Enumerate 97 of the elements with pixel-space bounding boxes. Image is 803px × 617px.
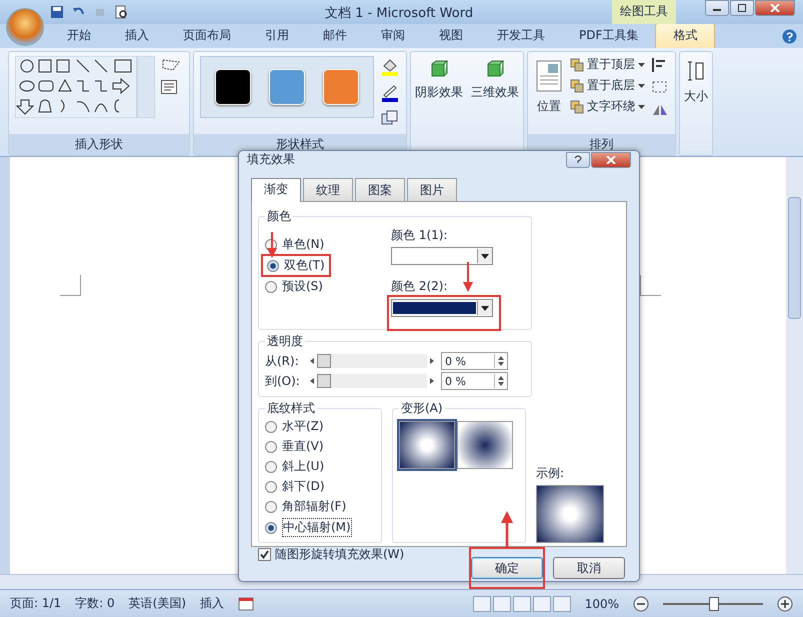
size-icon (686, 60, 706, 82)
ribbon-tab[interactable]: 插入 (108, 24, 166, 48)
cube-icon (486, 60, 504, 78)
zoom-level: 100% (584, 596, 619, 610)
cube-icon (430, 60, 448, 78)
layers-icon (570, 78, 584, 92)
shapes-gallery-drawing[interactable] (15, 56, 155, 118)
color-option[interactable]: 双色(T) (267, 256, 325, 275)
section-label: 变形(A) (400, 400, 444, 417)
dialog-tab[interactable]: 纹理 (303, 178, 353, 201)
sample-label: 示例: (536, 465, 566, 482)
effect-button[interactable]: 阴影效果 (413, 56, 465, 151)
group-label: 插入形状 (9, 134, 189, 155)
ribbon-tab[interactable]: 开发工具 (480, 24, 562, 48)
pen-outline-icon[interactable] (380, 84, 400, 102)
close-button[interactable] (591, 152, 631, 168)
ribbon-tab[interactable]: 开始 (50, 24, 108, 48)
arrange-button[interactable]: 置于顶层 (570, 56, 645, 73)
spinner-arrows-icon (494, 354, 507, 368)
maximize-icon (737, 4, 747, 12)
shading-option[interactable]: 角部辐射(F) (265, 497, 375, 516)
shading-option[interactable]: 斜下(D) (265, 477, 375, 496)
effect-button[interactable]: 三维效果 (469, 56, 521, 151)
status-item: 字数: 0 (75, 595, 115, 612)
color-option[interactable]: 预设(S) (265, 277, 323, 296)
macro-icon[interactable] (238, 596, 254, 610)
shape-effects-icon[interactable] (380, 110, 400, 126)
percent-field[interactable]: 0 % (441, 372, 508, 390)
style-swatch[interactable] (215, 69, 251, 105)
percent-field[interactable]: 0 % (441, 352, 508, 370)
zoom-slider[interactable] (709, 596, 719, 610)
shading-option[interactable]: 斜上(U) (265, 457, 375, 476)
save-icon[interactable] (50, 5, 64, 19)
close-icon (606, 156, 616, 164)
help-icon[interactable] (782, 29, 797, 44)
fill-bucket-icon[interactable] (380, 58, 400, 76)
window-title: 文档 1 - Microsoft Word (325, 5, 474, 22)
section-label: 颜色 (266, 208, 292, 225)
section-label: 透明度 (266, 333, 304, 350)
arrange-button[interactable]: 文字环绕 (570, 98, 645, 115)
close-button[interactable] (755, 0, 795, 16)
position-button[interactable]: 位置 (534, 56, 564, 119)
maximize-button[interactable] (730, 0, 754, 16)
ribbon-tab[interactable]: 引用 (248, 24, 306, 48)
gradient-variant[interactable] (457, 421, 513, 469)
style-swatch[interactable] (323, 69, 359, 105)
vertical-scrollbar[interactable] (786, 157, 803, 574)
layers-icon (570, 58, 584, 72)
edit-shape-icon[interactable] (161, 58, 183, 72)
page-position-icon (536, 60, 562, 92)
caret-icon (638, 104, 645, 108)
close-icon (770, 4, 780, 12)
print-preview-icon[interactable] (114, 5, 128, 19)
annotation-arrow (463, 262, 473, 292)
spinner-arrows-icon (494, 374, 507, 388)
slider-track[interactable] (317, 374, 427, 388)
field-label: 从(R): (265, 352, 300, 370)
color-dropdown[interactable] (391, 247, 493, 265)
dialog-button[interactable]: 取消 (553, 557, 625, 579)
layers-icon (570, 100, 584, 114)
status-item: 页面: 1/1 (10, 595, 62, 612)
zoom-in-button[interactable] (777, 596, 793, 612)
text-box-icon[interactable] (161, 80, 177, 94)
caret-icon (638, 84, 645, 88)
status-item: 插入 (200, 595, 224, 612)
help-button[interactable] (566, 152, 590, 168)
slider-thumb[interactable] (317, 374, 331, 388)
zoom-out-button[interactable] (633, 596, 649, 612)
ribbon-tab[interactable]: 格式 (655, 23, 716, 48)
ribbon-tab[interactable]: 视图 (422, 24, 480, 48)
caret-icon (638, 62, 645, 66)
context-tab-label: 绘图工具 (612, 0, 676, 24)
ribbon-tab[interactable]: 邮件 (306, 24, 364, 48)
arrange-button[interactable]: 置于底层 (570, 77, 645, 94)
help-icon (573, 154, 583, 164)
minimize-button[interactable] (705, 0, 729, 16)
group-icon[interactable] (651, 80, 669, 94)
shading-option[interactable]: 水平(Z) (265, 417, 375, 436)
dialog-tab[interactable]: 渐变 (251, 178, 301, 202)
field-label: 到(O): (265, 372, 301, 390)
slider-track[interactable] (317, 354, 427, 368)
dialog-tab[interactable]: 图案 (355, 178, 405, 201)
gradient-variant[interactable] (399, 421, 455, 469)
ribbon-tab[interactable]: 页面布局 (166, 24, 248, 48)
style-swatch[interactable] (269, 69, 305, 105)
field-label: 颜色 1(1): (391, 227, 448, 244)
gradient-sample (536, 485, 604, 543)
shading-option[interactable]: 垂直(V) (265, 437, 375, 456)
color-dropdown[interactable] (391, 299, 493, 317)
ribbon-tab[interactable]: PDF工具集 (562, 24, 656, 48)
status-item: 英语(美国) (128, 595, 186, 612)
section-label: 底纹样式 (266, 400, 316, 417)
slider-thumb[interactable] (317, 354, 331, 368)
dialog-button[interactable]: 确定 (471, 557, 543, 579)
dialog-tab[interactable]: 图片 (407, 178, 457, 201)
ribbon-tab[interactable]: 审阅 (364, 24, 422, 48)
field-label: 颜色 2(2): (391, 278, 448, 295)
